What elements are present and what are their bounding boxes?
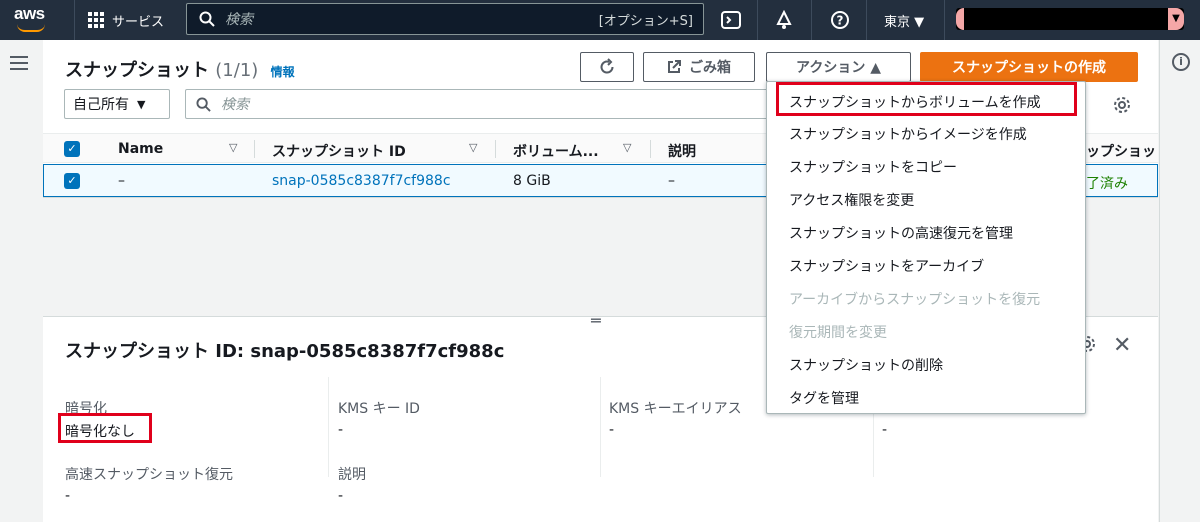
nav-divider — [866, 0, 867, 40]
menu-item-create-image[interactable]: スナップショットからイメージを作成 — [789, 124, 1027, 144]
menu-item-modify-permissions[interactable]: アクセス権限を変更 — [789, 190, 914, 210]
owner-filter-select[interactable]: 自己所有 ▼ — [64, 89, 170, 119]
drag-handle-icon[interactable]: ═ — [591, 311, 601, 330]
column-snapshot-id[interactable]: スナップショット ID — [272, 141, 406, 161]
aws-logo[interactable]: aws — [14, 4, 54, 36]
account-color-tag — [956, 8, 964, 30]
column-divider — [600, 377, 601, 477]
bell-icon[interactable] — [772, 8, 796, 32]
sort-icon[interactable]: ▽ — [469, 141, 477, 154]
refresh-button[interactable] — [580, 52, 634, 82]
chevron-down-icon: ▼ — [1168, 8, 1184, 30]
recycle-bin-button[interactable]: ごみ箱 — [643, 52, 755, 82]
menu-item-restore-from-archive: アーカイブからスナップショットを復元 — [789, 292, 1041, 308]
owner-filter-label: 自己所有 — [73, 97, 129, 113]
create-snapshot-button[interactable]: スナップショットの作成 — [920, 52, 1138, 82]
row-checkbox[interactable]: ✓ — [64, 173, 80, 189]
nav-divider — [944, 0, 945, 40]
menu-item-manage-tags[interactable]: タグを管理 — [789, 388, 859, 408]
menu-item-fast-restore[interactable]: スナップショットの高速復元を管理 — [789, 223, 1013, 243]
column-volume[interactable]: ボリューム... — [513, 141, 599, 161]
column-divider — [495, 140, 496, 158]
refresh-icon — [600, 58, 614, 74]
svg-text:?: ? — [837, 14, 844, 28]
search-icon — [199, 11, 215, 27]
highlight-box — [58, 413, 152, 443]
nav-divider — [74, 0, 75, 40]
row-description: – — [668, 173, 675, 189]
row-volume-size: 8 GiB — [513, 173, 551, 189]
kms-key-id-value: - — [338, 422, 344, 438]
menu-item-restore-period: 復元期間を変更 — [789, 325, 887, 341]
filter-input[interactable]: 検索 — [185, 89, 785, 119]
description-value: - — [338, 488, 344, 504]
extra-field-value: - — [882, 422, 888, 438]
nav-divider — [757, 0, 758, 40]
services-label: サービス — [112, 14, 165, 30]
external-link-icon — [668, 60, 681, 73]
menu-item-copy[interactable]: スナップショットをコピー — [789, 157, 957, 177]
row-name: – — [118, 173, 125, 189]
menu-icon[interactable] — [10, 56, 28, 74]
fast-restore-label: 高速スナップショット復元 — [65, 467, 233, 483]
actions-dropdown-menu: スナップショットからボリュームを作成 スナップショットからイメージを作成 スナッ… — [766, 81, 1086, 414]
menu-item-delete[interactable]: スナップショットの削除 — [789, 355, 943, 375]
side-divider — [1159, 40, 1160, 522]
title-text: スナップショット — [65, 60, 209, 81]
services-menu[interactable]: サービス — [88, 0, 164, 40]
actions-label: アクション ▲ — [796, 60, 881, 76]
page-title: スナップショット (1/1) 情報 — [65, 56, 295, 82]
search-shortcut: [オプション+S] — [598, 13, 693, 29]
column-divider — [328, 377, 329, 477]
top-nav: aws サービス 検索 [オプション+S] ? 東京 ▼ ▼ — [0, 0, 1200, 40]
highlight-box — [776, 82, 1077, 116]
selection-count: (1/1) — [215, 60, 259, 81]
aws-logo-text: aws — [14, 4, 45, 23]
recycle-bin-label: ごみ箱 — [689, 60, 731, 76]
grid-icon — [88, 12, 104, 28]
search-icon — [196, 96, 211, 112]
region-selector[interactable]: 東京 ▼ — [884, 11, 924, 30]
actions-button[interactable]: アクション ▲ — [766, 52, 911, 82]
help-icon[interactable]: ? — [828, 8, 852, 32]
description-label: 説明 — [338, 467, 366, 483]
account-menu[interactable]: ▼ — [956, 8, 1184, 30]
filter-placeholder: 検索 — [221, 97, 249, 113]
column-name[interactable]: Name — [118, 141, 163, 157]
global-search-placeholder: 検索 — [225, 12, 253, 28]
aws-smile-icon — [17, 24, 45, 32]
detail-title: スナップショット ID: snap-0585c8387f7cf988c — [65, 341, 505, 362]
column-divider — [650, 140, 651, 158]
fast-restore-value: - — [65, 488, 71, 504]
column-description[interactable]: 説明 — [668, 141, 696, 161]
menu-item-archive[interactable]: スナップショットをアーカイブ — [789, 256, 984, 276]
cloudshell-icon[interactable] — [719, 8, 743, 32]
global-search-input[interactable]: 検索 [オプション+S] — [186, 3, 704, 35]
sort-icon[interactable]: ▽ — [229, 141, 237, 154]
close-icon[interactable]: ✕ — [1113, 333, 1131, 358]
column-divider — [254, 140, 255, 158]
info-link[interactable]: 情報 — [271, 65, 295, 79]
info-icon[interactable]: i — [1172, 53, 1190, 71]
sort-icon[interactable]: ▽ — [623, 141, 631, 154]
create-snapshot-label: スナップショットの作成 — [952, 60, 1106, 76]
settings-icon[interactable] — [1113, 96, 1131, 118]
kms-key-alias-label: KMS キーエイリアス — [609, 401, 742, 417]
nav-divider — [811, 0, 812, 40]
row-status: 了済み — [1086, 176, 1128, 192]
kms-key-id-label: KMS キー ID — [338, 401, 420, 417]
select-all-checkbox[interactable]: ✓ — [64, 141, 80, 157]
kms-key-alias-value: - — [609, 422, 615, 438]
caret-down-icon: ▼ — [137, 97, 146, 111]
row-snapshot-id[interactable]: snap-0585c8387f7cf988c — [272, 173, 451, 189]
column-status[interactable]: ップショッ — [1086, 141, 1156, 161]
